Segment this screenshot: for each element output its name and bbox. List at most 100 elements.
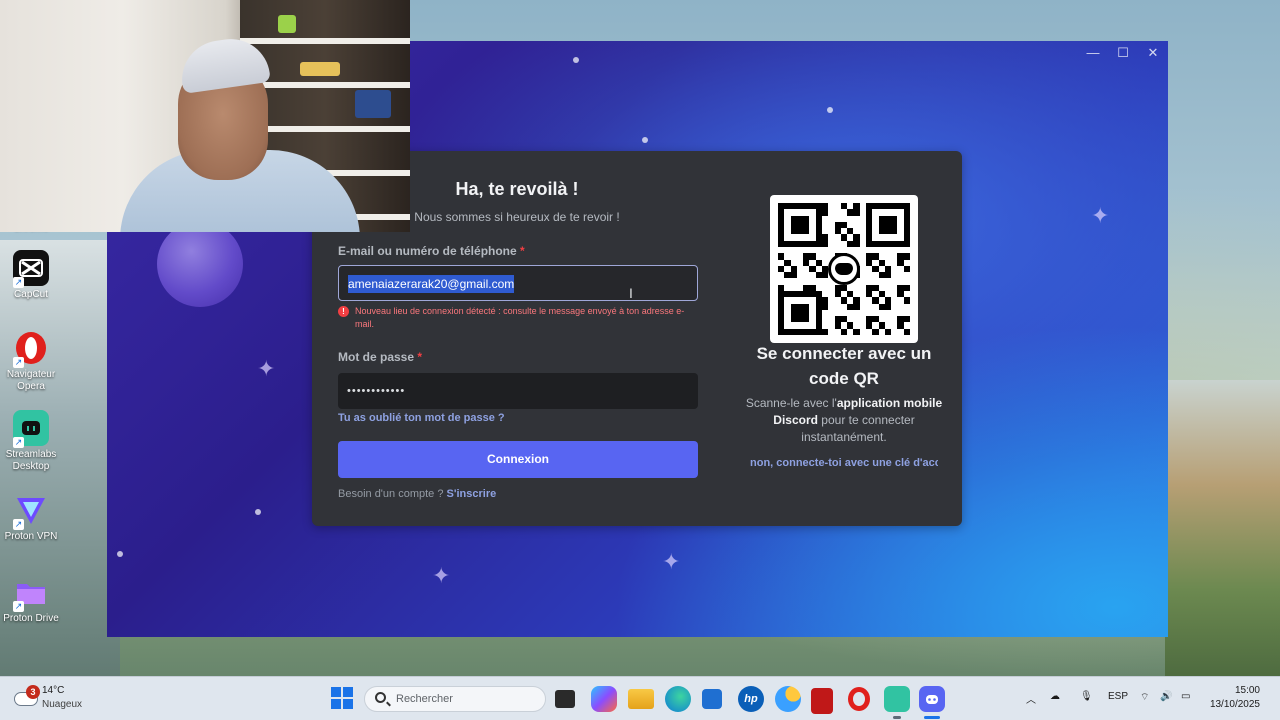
opera-icon: ↗ (13, 330, 49, 368)
windows-logo-icon (331, 699, 341, 709)
windows-logo-icon (331, 687, 341, 697)
webcam-object (300, 62, 340, 76)
qr-title: Se connecter avec un code QR (756, 344, 932, 388)
error-text: Nouveau lieu de connexion détecté : cons… (355, 306, 685, 329)
sparkle-icon: ✦ (257, 356, 276, 381)
copilot-icon[interactable] (591, 686, 617, 712)
email-label-text: E-mail ou numéro de téléphone (338, 244, 517, 258)
qr-description: Scanne-le avec l'application mobile Disc… (742, 395, 946, 446)
window-controls: — ☐ ✕ (1078, 41, 1168, 65)
discord-logo-icon (828, 253, 860, 285)
folder-icon[interactable] (628, 689, 654, 709)
battery-icon[interactable]: ▭ (1181, 691, 1190, 702)
desktop-icon-capcut[interactable]: ↗ CapCut (2, 250, 60, 301)
qr-module (903, 328, 910, 335)
qr-code (770, 195, 918, 343)
password-field[interactable]: •••••••••••• (338, 373, 698, 409)
decorative-star (117, 551, 123, 557)
search-icon (375, 692, 386, 703)
chevron-up-icon[interactable]: ︿ (1026, 691, 1036, 706)
file-explorer-dark-icon[interactable] (555, 690, 575, 708)
signup-link[interactable]: S'inscrire (447, 488, 497, 500)
weather-badge: 3 (26, 685, 40, 699)
desktop-icon-label: Streamlabs Desktop (5, 449, 57, 472)
desktop-icon-opera[interactable]: ↗ Navigateur Opera (2, 330, 60, 393)
shortcut-arrow-icon: ↗ (13, 357, 24, 368)
clock-date: 13/10/2025 (1209, 699, 1260, 710)
language-indicator[interactable]: ESP (1108, 691, 1128, 702)
close-button[interactable]: ✕ (1138, 41, 1168, 65)
passkey-login-link[interactable]: non, connecte-toi avec une clé d'acc (750, 457, 938, 469)
sparkle-icon: ✦ (1091, 203, 1110, 228)
decorative-star (642, 137, 648, 143)
maximize-button[interactable]: ☐ (1108, 41, 1138, 65)
webcam-object (355, 90, 391, 118)
edge-icon[interactable] (665, 686, 691, 712)
microphone-icon[interactable]: 🎙 (1080, 691, 1093, 702)
volume-icon[interactable]: 🔊 (1160, 691, 1172, 702)
taskbar-clock[interactable]: 15:00 13/10/2025 (1210, 684, 1260, 712)
desktop-icon-label: Navigateur Opera (6, 369, 56, 392)
shortcut-arrow-icon: ↗ (13, 277, 24, 288)
signup-row: Besoin d'un compte ? S'inscrire (338, 488, 496, 500)
capcut-icon: ↗ (13, 250, 49, 288)
desktop-icon-label: Proton VPN (4, 531, 58, 542)
desktop-icon-label: CapCut (14, 289, 48, 300)
desktop-icon-streamlabs[interactable]: ↗ Streamlabs Desktop (2, 410, 60, 473)
wallpaper-field-right (1165, 380, 1280, 680)
windows-logo-icon (343, 699, 353, 709)
email-value: amenaiazerarak20@gmail.com (348, 275, 515, 293)
sparkle-icon: ✦ (432, 563, 451, 588)
decorative-star (573, 57, 579, 63)
cloud-off-icon[interactable]: ☁ (1050, 691, 1060, 702)
required-mark: * (417, 350, 423, 364)
active-indicator (924, 716, 940, 719)
weather-widget[interactable]: 3 14°C Nuageux (14, 683, 124, 715)
store-icon[interactable] (702, 689, 722, 709)
decorative-planet (157, 221, 243, 307)
running-indicator (893, 716, 901, 719)
webcam-overlay (0, 0, 410, 232)
search-placeholder: Rechercher (396, 693, 453, 705)
mcafee-icon[interactable] (811, 688, 833, 714)
weather-temp: 14°C (42, 685, 65, 696)
forgot-password-link[interactable]: Tu as oublié ton mot de passe ? (338, 412, 505, 424)
weather-condition: Nuageux (42, 699, 83, 710)
discord-icon[interactable] (919, 686, 945, 712)
decorative-star (827, 107, 833, 113)
weather-app-icon[interactable] (775, 686, 801, 712)
protonvpn-icon: ↗ (13, 492, 49, 530)
email-field[interactable]: amenaiazerarak20@gmail.com I (338, 265, 698, 301)
minimize-button[interactable]: — (1078, 41, 1108, 65)
sparkle-icon: ✦ (662, 549, 681, 574)
qr-desc-prefix: Scanne-le avec l' (745, 396, 837, 410)
need-account-text: Besoin d'un compte ? (338, 488, 444, 500)
start-button[interactable] (331, 687, 353, 709)
desktop-icon-label: Proton Drive (3, 613, 59, 624)
wifi-icon[interactable]: ⌔ (1140, 691, 1149, 704)
clock-time: 15:00 (1234, 685, 1260, 696)
streamlabs-icon: ↗ (13, 410, 49, 448)
hp-icon[interactable]: hp (738, 686, 764, 712)
required-mark: * (520, 244, 525, 258)
error-icon: ! (338, 306, 349, 317)
windows-logo-icon (343, 687, 353, 697)
webcam-object (278, 15, 296, 33)
taskbar: 3 14°C Nuageux Rechercher hp ︿ ☁ 🎙 ESP ⌔… (0, 676, 1280, 720)
login-error: ! Nouveau lieu de connexion détecté : co… (338, 305, 698, 331)
qr-desc-suffix: pour te connecter instantanément. (801, 413, 915, 444)
opera-icon[interactable] (848, 687, 870, 711)
login-button[interactable]: Connexion (338, 441, 698, 478)
desktop-icon-protondrive[interactable]: ↗ Proton Drive (2, 574, 60, 625)
shortcut-arrow-icon: ↗ (13, 601, 24, 612)
email-label: E-mail ou numéro de téléphone * (338, 244, 525, 258)
password-label-text: Mot de passe (338, 350, 415, 364)
shortcut-arrow-icon: ↗ (13, 519, 24, 530)
password-label: Mot de passe * (338, 350, 422, 364)
desktop-icon-protonvpn[interactable]: ↗ Proton VPN (2, 492, 60, 543)
protondrive-icon: ↗ (13, 574, 49, 612)
shortcut-arrow-icon: ↗ (13, 437, 24, 448)
streamlabs-icon[interactable] (884, 686, 910, 712)
taskbar-search[interactable]: Rechercher (364, 686, 546, 712)
decorative-star (255, 509, 261, 515)
